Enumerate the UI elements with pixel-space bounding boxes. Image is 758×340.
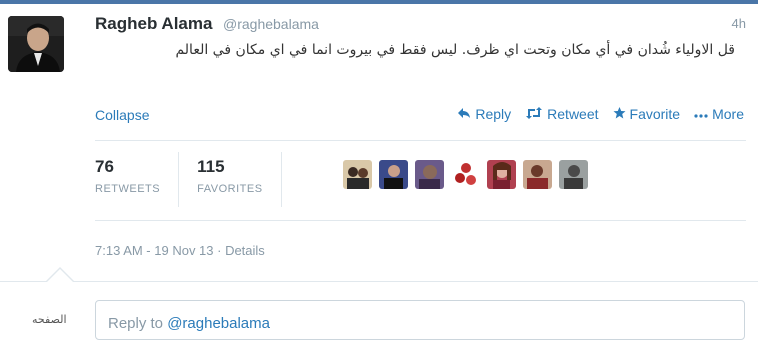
tweet-datetime-details[interactable]: 7:13 AM - 19 Nov 13 · Details	[95, 243, 265, 258]
user-avatar[interactable]	[487, 160, 516, 189]
retweet-button[interactable]: Retweet	[525, 106, 599, 122]
favorites-count: 115	[197, 157, 225, 176]
more-dots-icon	[694, 107, 708, 122]
top-bar	[0, 0, 758, 4]
reply-mention: @raghebalama	[167, 315, 270, 332]
retweets-label: RETWEETS	[95, 183, 161, 195]
reply-input[interactable]: Reply to @raghebalama	[95, 300, 745, 340]
tweet-stats: 76 RETWEETS 115 FAVORITES	[95, 152, 300, 207]
author-handle[interactable]: @raghebalama	[223, 16, 319, 32]
star-icon	[613, 106, 626, 122]
author-avatar[interactable]	[8, 16, 64, 72]
divider	[95, 140, 746, 141]
favorite-button[interactable]: Favorite	[613, 106, 681, 122]
favorites-stat[interactable]: 115 FAVORITES	[197, 152, 282, 207]
user-avatar[interactable]	[379, 160, 408, 189]
divider	[95, 220, 746, 221]
retweets-stat[interactable]: 76 RETWEETS	[95, 152, 180, 207]
retweet-icon	[525, 106, 543, 122]
user-avatar[interactable]	[523, 160, 552, 189]
reply-arrow-icon	[457, 107, 471, 122]
divider	[0, 281, 758, 282]
reply-label: Reply	[475, 106, 512, 122]
collapse-link[interactable]: Collapse	[95, 107, 149, 123]
user-avatar[interactable]	[415, 160, 444, 189]
retweet-label: Retweet	[547, 106, 599, 122]
more-button[interactable]: More	[694, 106, 744, 122]
tweet-actions: Reply Retweet Favorite More	[457, 106, 744, 122]
favorite-label: Favorite	[629, 106, 681, 122]
retweets-count: 76	[95, 157, 114, 176]
favorites-label: FAVORITES	[197, 183, 263, 195]
favoriter-avatars	[343, 160, 588, 189]
tweet-timestamp[interactable]: 4h	[732, 16, 746, 31]
user-avatar[interactable]	[343, 160, 372, 189]
caret-pointer-fill	[47, 269, 73, 282]
user-avatar[interactable]	[559, 160, 588, 189]
reply-prefix: Reply to	[108, 315, 168, 332]
user-avatar[interactable]	[451, 160, 480, 189]
reply-button[interactable]: Reply	[457, 106, 511, 122]
more-label: More	[712, 106, 744, 122]
author-name[interactable]: Ragheb Alama	[95, 14, 212, 34]
tweet-text: قل الاولياء شُدان في أي مكان وتحت اي ظرف…	[175, 42, 735, 58]
current-user-avatar: الصفحه	[32, 313, 67, 326]
